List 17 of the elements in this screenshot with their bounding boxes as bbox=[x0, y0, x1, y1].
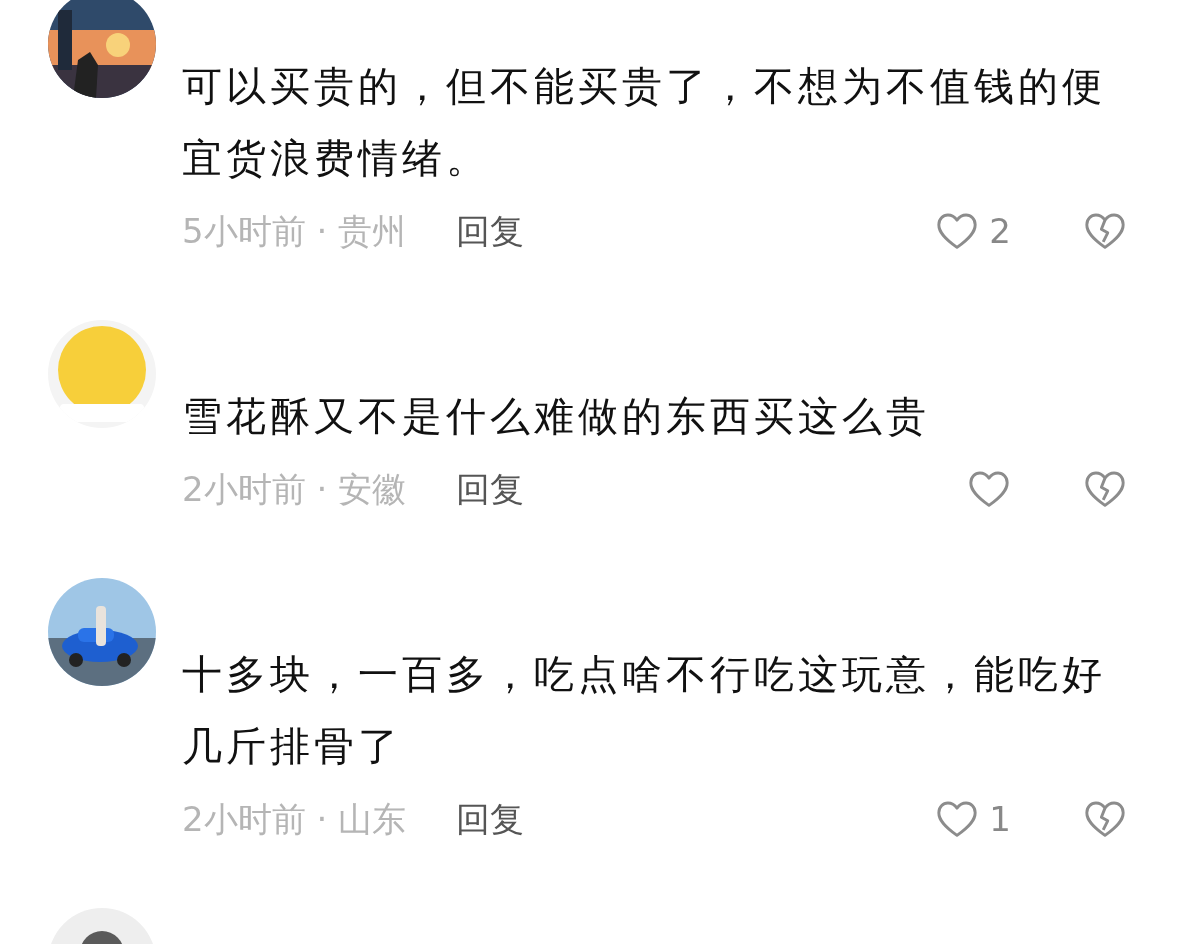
dislike-icon[interactable] bbox=[1083, 211, 1127, 251]
comment-time-location: 2小时前 · 山东 bbox=[182, 797, 407, 841]
reply-button[interactable]: 回复 bbox=[456, 793, 525, 845]
comment-text: 可以买贵的，但不能买贵了，不想为不值钱的便宜货浪费情绪。 bbox=[182, 62, 1107, 183]
comment-text: 十多块，一百多，吃点啥不行吃这玩意，能吃好几斤排骨了 bbox=[182, 650, 1107, 771]
like-count: 1 bbox=[989, 797, 1011, 841]
comment-time-location: 5小时前 · 贵州 bbox=[182, 209, 407, 253]
dislike-icon[interactable] bbox=[1083, 799, 1127, 839]
dislike-icon[interactable] bbox=[1083, 469, 1127, 509]
reply-button[interactable]: 回复 bbox=[456, 205, 525, 257]
like-icon[interactable] bbox=[935, 799, 980, 839]
like-icon[interactable] bbox=[967, 469, 1011, 509]
comment-text: 雪花酥又不是什么难做的东西买这么贵 bbox=[182, 392, 931, 441]
like-count: 2 bbox=[989, 209, 1011, 253]
reply-button[interactable]: 回复 bbox=[456, 463, 525, 515]
like-icon[interactable] bbox=[935, 211, 980, 251]
comment-time-location: 2小时前 · 安徽 bbox=[182, 467, 407, 511]
